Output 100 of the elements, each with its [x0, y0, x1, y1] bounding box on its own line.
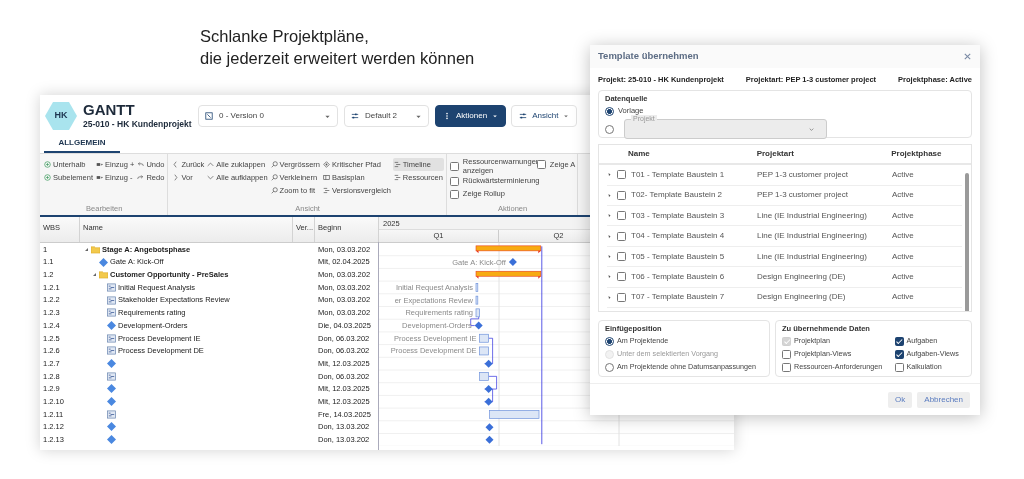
task-icon [107, 371, 116, 381]
dialog-title: Template übernehmen [598, 49, 699, 64]
caret-icon [492, 113, 499, 119]
column-header[interactable]: Name [599, 148, 757, 161]
expand-icon[interactable] [607, 294, 612, 300]
table-cell: T06 - Template Baustein 6 [631, 270, 725, 283]
checkbox[interactable] [449, 162, 459, 171]
checkbox[interactable] [449, 190, 459, 199]
task-icon [107, 295, 116, 305]
dropdown[interactable]: Default 2 [344, 105, 429, 127]
table-cell-text: PEP 1-3 customer project [757, 168, 849, 181]
dialog-button[interactable]: Abbrechen [917, 391, 970, 408]
expand-icon[interactable] [607, 192, 612, 198]
task-icon [107, 333, 116, 343]
chevron-right-icon [172, 174, 180, 181]
column-header[interactable]: Projektphase [891, 148, 971, 161]
radio-button[interactable] [605, 336, 614, 346]
headline-text: Schlanke Projektpläne, [200, 26, 369, 47]
add-circle-icon [44, 161, 51, 168]
checkbox[interactable] [617, 252, 626, 261]
chevron-up-icon [207, 161, 215, 168]
milestone-marker[interactable] [485, 435, 494, 444]
app-title: GANTT [83, 101, 135, 118]
radio-button[interactable] [605, 106, 614, 116]
lines-icon [393, 174, 401, 181]
checkbox[interactable] [894, 362, 904, 372]
milestone-marker[interactable] [484, 359, 493, 368]
panel-icon [323, 174, 331, 181]
expand-icon[interactable] [607, 172, 612, 178]
checkbox[interactable] [617, 292, 626, 302]
table-cell: T01 - Template Baustein 1 [631, 168, 725, 181]
expand-icon[interactable] [607, 213, 612, 219]
folder-icon [91, 244, 100, 254]
checkbox[interactable] [894, 336, 904, 346]
table-cell: Active [892, 291, 914, 304]
collapse-icon[interactable] [92, 272, 97, 278]
column-header[interactable]: Projektart [756, 148, 892, 161]
add-circle-icon [44, 174, 51, 181]
checkbox[interactable] [617, 211, 626, 221]
table-cell-text: Design Engineering (DE) [757, 291, 847, 304]
milestone-marker[interactable] [485, 423, 494, 432]
close-icon[interactable] [963, 52, 972, 61]
chevron-down-icon [207, 174, 215, 181]
window-icon [205, 112, 213, 120]
table-cell: Active [892, 230, 914, 243]
diamond-icon [323, 161, 331, 168]
toolbar-button[interactable]: Aktionen [435, 105, 507, 127]
dialog-button[interactable]: Ok [888, 391, 913, 408]
zoom-icon [270, 174, 278, 181]
headline-text: die jederzeit erweitert werden können [200, 48, 475, 69]
expand-icon[interactable] [607, 254, 612, 259]
table-cell: Active [892, 250, 914, 263]
milestone-icon [107, 359, 116, 369]
table-cell: Active [892, 270, 914, 283]
table-cell-text: Line (IE Industrial Engineering) [757, 230, 868, 243]
caret-icon [563, 113, 570, 119]
checkbox[interactable] [617, 231, 626, 241]
radio-button[interactable] [605, 362, 614, 372]
table-cell: Active [892, 209, 914, 222]
task-icon [107, 346, 116, 356]
indent-icon [96, 174, 104, 181]
checkbox[interactable] [782, 349, 791, 359]
task-icon [107, 308, 116, 318]
checkbox[interactable] [449, 177, 459, 186]
checkbox[interactable] [782, 362, 791, 372]
dropdown[interactable]: 0 - Version 0 [198, 105, 338, 127]
checkbox[interactable] [894, 349, 904, 359]
zoom-icon [270, 161, 278, 168]
table-cell: T02- Template Baustein 2 [631, 189, 722, 202]
checkbox[interactable] [617, 170, 626, 180]
indent-icon [96, 161, 104, 168]
milestone-marker[interactable] [474, 321, 483, 330]
expand-icon[interactable] [607, 233, 612, 239]
summary-bar[interactable] [475, 245, 542, 254]
table-cell-text: Line (IE Industrial Engineering) [757, 250, 868, 263]
kebab-icon [443, 112, 451, 120]
milestone-icon [107, 320, 116, 330]
milestone-marker[interactable] [484, 385, 493, 394]
sliders-icon [519, 112, 528, 120]
table-cell: T07 - Template Baustein 7 [631, 291, 725, 304]
checkbox[interactable] [617, 272, 626, 282]
table-cell: Active [892, 189, 914, 202]
table-cell-text: PEP 1-3 customer project [757, 189, 849, 202]
milestone-marker[interactable] [508, 258, 517, 267]
task-icon [107, 282, 116, 292]
table-cell: T05 - Template Baustein 5 [631, 250, 725, 263]
expand-icon[interactable] [607, 274, 612, 280]
logo: HK [45, 102, 77, 130]
milestone-icon [99, 257, 108, 267]
toolbar-button[interactable]: Ansicht [511, 105, 578, 127]
checkbox[interactable] [617, 190, 626, 200]
milestone-marker[interactable] [484, 397, 493, 406]
sliders-icon [351, 112, 359, 120]
table-cell: T04 - Template Baustein 4 [631, 230, 725, 243]
folder-icon [99, 270, 108, 280]
summary-bar[interactable] [475, 270, 542, 279]
collapse-icon[interactable] [84, 246, 89, 252]
lines-icon [393, 161, 401, 168]
project-subtitle: 25-010 - HK Kundenprojekt [83, 117, 192, 131]
table-cell-text: Line (IE Industrial Engineering) [757, 209, 868, 222]
